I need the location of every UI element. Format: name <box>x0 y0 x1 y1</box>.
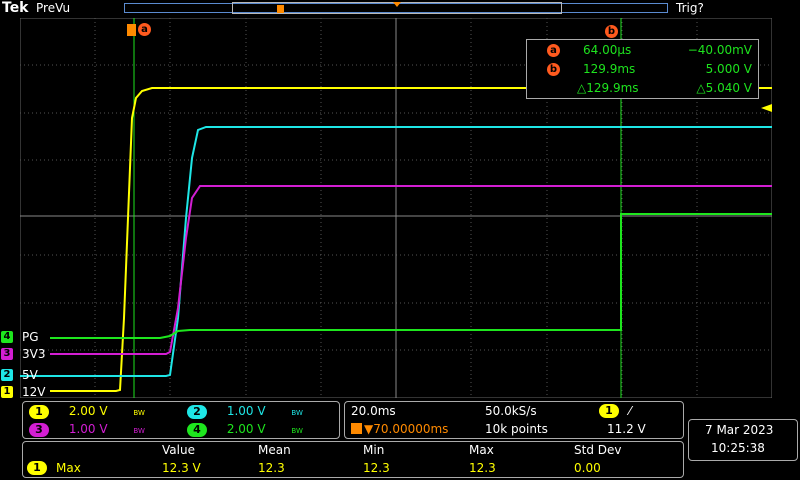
cursor-delta-value: △5.040 V <box>696 81 752 95</box>
meas-header-stddev: Std Dev <box>574 443 622 457</box>
horizontal-trigger-panel[interactable]: 20.0ms 50.0kS/s ▼70.00000ms 10k points 1… <box>344 401 684 439</box>
sample-rate: 50.0kS/s <box>485 404 537 418</box>
status-bar: Tek PreVu Trig? <box>0 0 800 18</box>
cursor-b-marker[interactable]: b <box>605 23 618 38</box>
cursor-b-value: 5.000 V <box>705 62 752 76</box>
meas-header-max: Max <box>469 443 494 457</box>
ch2-label: 5V <box>22 368 38 382</box>
meas-header-mean: Mean <box>258 443 291 457</box>
meas-mean: 12.3 <box>258 461 285 475</box>
cursor-a-marker[interactable]: a <box>127 23 153 37</box>
horizontal-delay: ▼70.00000ms <box>364 422 449 436</box>
ch3-label: 3V3 <box>22 347 46 361</box>
meas-max: 12.3 <box>469 461 496 475</box>
timebase-scale: 20.0ms <box>351 404 396 418</box>
trigger-source-badge: 1 <box>599 404 619 418</box>
cursor-a-badge: a <box>547 44 560 57</box>
ch2-ground-marker[interactable]: 2 5V <box>0 368 38 382</box>
date-display: 7 Mar 2023 <box>705 423 774 437</box>
cursor-a-value: −40.00mV <box>687 43 752 57</box>
trigger-position-icon <box>351 423 362 434</box>
cursor-a-time: 64.00µs <box>583 43 632 57</box>
ch3-settings[interactable]: 3 1.00 V BW <box>29 422 145 437</box>
ch1-settings[interactable]: 1 2.00 V BW <box>29 404 145 419</box>
ch1-ground-marker[interactable]: 1 12V <box>0 385 45 399</box>
ch4-label: PG <box>22 330 39 344</box>
ch3-ground-marker[interactable]: 3 3V3 <box>0 347 45 361</box>
meas-source-badge: 1 <box>27 461 47 475</box>
meas-header-value: Value <box>162 443 195 457</box>
datetime-panel: 7 Mar 2023 10:25:38 <box>688 419 798 461</box>
meas-stddev: 0.00 <box>574 461 601 475</box>
meas-header-min: Min <box>363 443 385 457</box>
ch4-ground-marker[interactable]: 4 PG <box>0 330 39 344</box>
meas-value: 12.3 V <box>162 461 201 475</box>
ch1-label: 12V <box>22 385 46 399</box>
trigger-state: Trig? <box>676 1 704 15</box>
ch4-settings[interactable]: 4 2.00 V BW <box>187 422 303 437</box>
meas-name: Max <box>56 461 81 475</box>
cursor-delta-time: △129.9ms <box>577 81 639 95</box>
cursor-b-badge: b <box>547 63 560 76</box>
time-display: 10:25:38 <box>711 441 765 455</box>
vertical-settings-panel: 1 2.00 V BW 2 1.00 V BW 3 1.00 V BW 4 2.… <box>22 401 340 439</box>
trigger-slope-icon: ⁄ <box>629 404 632 418</box>
record-length: 10k points <box>485 422 548 436</box>
measurement-panel[interactable]: Value Mean Min Max Std Dev 1 Max 12.3 V … <box>22 441 684 478</box>
trigger-level: 11.2 V <box>607 422 646 436</box>
meas-min: 12.3 <box>363 461 390 475</box>
cursor-readout: a 64.00µs −40.00mV b 129.9ms 5.000 V △12… <box>526 39 759 99</box>
ch2-settings[interactable]: 2 1.00 V BW <box>187 404 303 419</box>
cursor-b-time: 129.9ms <box>583 62 636 76</box>
